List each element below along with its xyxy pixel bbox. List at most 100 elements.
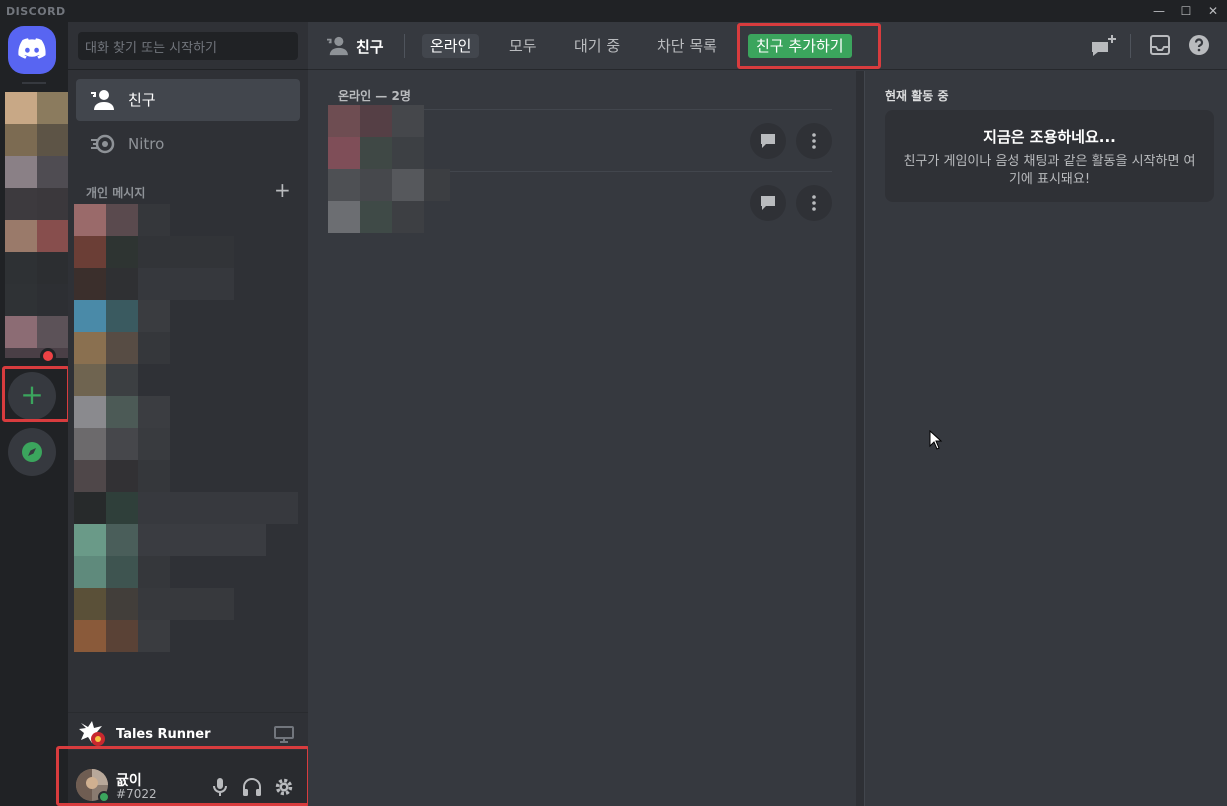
screen-share-icon[interactable]	[274, 725, 294, 743]
message-button[interactable]	[750, 123, 786, 159]
friend-row[interactable]	[360, 201, 392, 233]
help-icon[interactable]	[1188, 34, 1210, 56]
tab-pending[interactable]: 대기 중	[566, 34, 628, 58]
close-button[interactable]: ✕	[1200, 0, 1226, 22]
friend-row[interactable]	[360, 169, 392, 201]
dm-item[interactable]	[74, 492, 106, 524]
friends-icon	[91, 90, 114, 110]
dm-item[interactable]	[138, 524, 266, 556]
dm-item[interactable]	[74, 332, 106, 364]
dm-item[interactable]	[106, 588, 138, 620]
friend-row[interactable]	[392, 201, 424, 233]
friend-row[interactable]	[360, 105, 392, 137]
server-icon[interactable]	[37, 156, 69, 188]
microphone-icon[interactable]	[212, 777, 228, 797]
dm-item[interactable]	[74, 428, 106, 460]
server-icon[interactable]	[37, 92, 69, 124]
home-button[interactable]	[8, 26, 56, 74]
dm-item[interactable]	[74, 460, 106, 492]
dm-item[interactable]	[106, 396, 138, 428]
server-icon[interactable]	[5, 92, 37, 124]
dm-item[interactable]	[74, 620, 106, 652]
server-icon[interactable]	[5, 188, 37, 220]
friend-row[interactable]	[328, 137, 360, 169]
server-icon[interactable]	[5, 316, 37, 348]
create-dm-button[interactable]: +	[274, 178, 291, 202]
dm-item[interactable]	[138, 620, 170, 652]
dm-item[interactable]	[74, 268, 106, 300]
settings-gear-icon[interactable]	[274, 777, 294, 797]
friend-row[interactable]	[328, 105, 360, 137]
dm-item[interactable]	[138, 492, 298, 524]
dm-item[interactable]	[138, 556, 170, 588]
friend-row[interactable]	[392, 105, 424, 137]
server-icon[interactable]	[37, 316, 69, 348]
new-group-dm-icon[interactable]	[1090, 34, 1116, 58]
nav-item-nitro[interactable]: Nitro	[76, 123, 300, 165]
inbox-icon[interactable]	[1149, 34, 1171, 56]
dm-item[interactable]	[106, 204, 138, 236]
dm-item[interactable]	[138, 588, 234, 620]
tab-online[interactable]: 온라인	[422, 34, 480, 58]
server-icon[interactable]	[5, 252, 37, 284]
dm-item[interactable]	[106, 364, 138, 396]
dm-item[interactable]	[106, 524, 138, 556]
dm-item[interactable]	[106, 492, 138, 524]
dm-item[interactable]	[138, 236, 234, 268]
nav-item-friends[interactable]: 친구	[76, 79, 300, 121]
game-activity-panel[interactable]: Tales Runner	[68, 712, 308, 748]
dm-item[interactable]	[138, 268, 234, 300]
dm-item[interactable]	[138, 300, 170, 332]
dm-item[interactable]	[106, 236, 138, 268]
server-icon[interactable]	[37, 220, 69, 252]
friend-row[interactable]	[328, 169, 360, 201]
friend-row[interactable]	[424, 169, 450, 201]
server-icon[interactable]	[5, 284, 37, 316]
server-icon[interactable]	[5, 156, 37, 188]
dm-item[interactable]	[74, 300, 106, 332]
dm-item[interactable]	[106, 268, 138, 300]
dm-item[interactable]	[74, 556, 106, 588]
dm-item[interactable]	[74, 588, 106, 620]
dm-item[interactable]	[106, 428, 138, 460]
search-input[interactable]: 대화 찾기 또는 시작하기	[78, 32, 298, 60]
server-icon[interactable]	[37, 252, 69, 284]
dm-item[interactable]	[74, 396, 106, 428]
minimize-button[interactable]: —	[1146, 0, 1172, 22]
server-icon[interactable]	[37, 188, 69, 220]
dm-item[interactable]	[74, 364, 106, 396]
message-button[interactable]	[750, 185, 786, 221]
dm-item[interactable]	[74, 524, 106, 556]
friend-row[interactable]	[392, 169, 424, 201]
friend-row[interactable]	[392, 137, 424, 169]
scrollbar[interactable]	[856, 71, 864, 806]
dm-item[interactable]	[106, 556, 138, 588]
dm-item[interactable]	[74, 236, 106, 268]
dm-item[interactable]	[138, 332, 170, 364]
explore-servers-button[interactable]	[8, 428, 56, 476]
dm-item[interactable]	[106, 620, 138, 652]
tab-blocked[interactable]: 차단 목록	[649, 34, 725, 58]
dm-item[interactable]	[106, 332, 138, 364]
more-options-button[interactable]	[796, 185, 832, 221]
dm-item[interactable]	[138, 460, 170, 492]
server-icon[interactable]	[37, 124, 69, 156]
dm-item[interactable]	[138, 428, 170, 460]
maximize-button[interactable]: ☐	[1173, 0, 1199, 22]
tab-all[interactable]: 모두	[501, 34, 545, 58]
dm-item[interactable]	[138, 204, 170, 236]
add-friend-button[interactable]: 친구 추가하기	[748, 34, 852, 58]
server-icon[interactable]	[5, 124, 37, 156]
friend-row[interactable]	[328, 201, 360, 233]
headphones-icon[interactable]	[242, 777, 262, 797]
server-icon[interactable]	[5, 220, 37, 252]
dm-item[interactable]	[106, 460, 138, 492]
add-server-button[interactable]: +	[8, 372, 56, 420]
friend-row[interactable]	[360, 137, 392, 169]
dm-item[interactable]	[138, 396, 170, 428]
server-icon[interactable]	[37, 284, 69, 316]
dm-item[interactable]	[106, 300, 138, 332]
dm-item[interactable]	[74, 204, 106, 236]
more-options-button[interactable]	[796, 123, 832, 159]
server-icon[interactable]	[5, 348, 69, 358]
